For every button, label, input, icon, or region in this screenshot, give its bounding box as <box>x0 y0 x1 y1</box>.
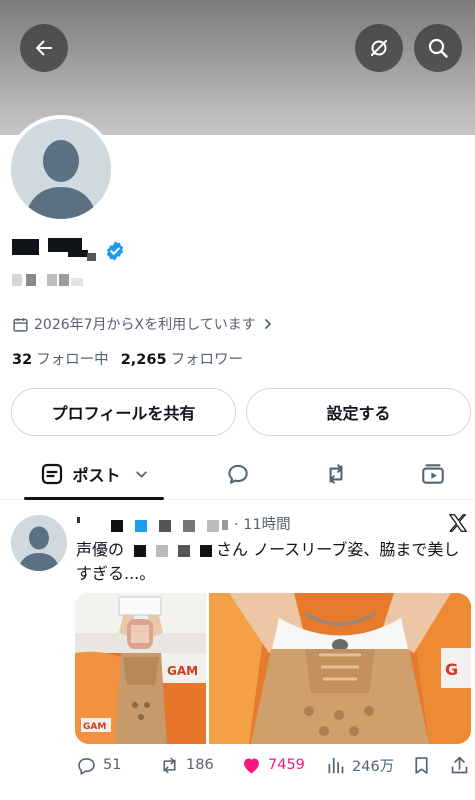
followers-label: フォロワー <box>170 352 244 368</box>
like-button[interactable]: 7459 <box>241 753 305 777</box>
verified-badge-icon <box>106 241 124 261</box>
posts-icon <box>42 463 63 485</box>
joined-text: 2026年7月からXを利用しています <box>34 317 256 333</box>
post-text-redacted <box>124 538 216 562</box>
profile-avatar[interactable] <box>7 115 115 223</box>
post-image-2[interactable]: G <box>209 593 471 744</box>
profile-banner[interactable] <box>0 0 475 135</box>
post-actions: 51 186 7459 246万 <box>76 753 470 777</box>
post-item[interactable]: · 11時間 声優の さん ノースリーブ姿、脇まで美しすぎる...。 GAM GA… <box>0 500 475 800</box>
post-header: · 11時間 <box>76 513 356 533</box>
share-profile-button[interactable]: プロフィールを共有 <box>11 388 236 436</box>
svg-text:GAM: GAM <box>83 722 106 732</box>
arrow-left-icon <box>35 40 52 56</box>
tab-replies[interactable] <box>210 448 266 500</box>
edit-profile-icon <box>371 40 387 56</box>
reply-icon <box>78 757 95 775</box>
following-count: 32 <box>12 352 33 368</box>
views-button[interactable]: 246万 <box>325 753 394 777</box>
following-label: フォロー中 <box>36 352 109 368</box>
repost-count: 186 <box>186 757 214 773</box>
chevron-right-icon <box>264 319 271 329</box>
svg-text:GAM: GAM <box>167 664 198 678</box>
post-image-1[interactable]: GAM GAM <box>75 593 206 744</box>
tab-posts[interactable]: ポスト <box>24 448 164 500</box>
profile-tabs: ポスト <box>0 448 475 500</box>
like-count: 7459 <box>268 757 305 773</box>
joined-date[interactable]: 2026年7月からXを利用しています <box>12 314 279 334</box>
replies-icon <box>228 464 248 484</box>
default-avatar-icon <box>11 119 111 219</box>
photo-image: GAM GAM <box>75 593 206 744</box>
post-time[interactable]: · 11時間 <box>234 513 291 534</box>
bookmark-button[interactable] <box>411 753 438 777</box>
photo-image: G <box>209 593 471 744</box>
chevron-down-icon <box>135 470 147 478</box>
views-count: 246万 <box>352 758 395 775</box>
repost-icon <box>163 757 176 773</box>
post-text: 声優の さん ノースリーブ姿、脇まで美しすぎる...。 <box>76 538 468 586</box>
svg-text:G: G <box>445 660 458 679</box>
edit-profile-button[interactable] <box>355 24 403 72</box>
tab-media[interactable] <box>405 448 461 500</box>
display-name-redacted <box>12 236 212 266</box>
following-link[interactable]: 32 フォロー中 <box>12 348 109 369</box>
reply-button[interactable]: 51 <box>76 753 121 777</box>
back-button[interactable] <box>20 24 68 72</box>
default-avatar-icon <box>11 515 67 571</box>
followers-link[interactable]: 2,265 フォロワー <box>121 348 243 369</box>
share-icon <box>451 756 468 773</box>
post-author-avatar[interactable] <box>11 515 67 571</box>
bookmark-icon <box>415 756 428 774</box>
tab-reposts[interactable] <box>308 448 364 500</box>
views-icon <box>328 757 344 773</box>
post-text-start: 声優の <box>76 540 125 559</box>
handle-redacted <box>12 272 112 290</box>
share-button[interactable] <box>449 753 475 777</box>
reply-count: 51 <box>103 757 122 773</box>
followers-count: 2,265 <box>120 352 167 368</box>
settings-button[interactable]: 設定する <box>246 388 471 436</box>
search-button[interactable] <box>414 24 462 72</box>
media-icon <box>422 464 444 484</box>
calendar-icon <box>13 317 28 332</box>
tab-posts-label: ポスト <box>72 466 121 485</box>
heart-filled-icon <box>244 758 259 773</box>
x-logo-icon <box>449 514 467 532</box>
reposts-icon <box>329 464 343 484</box>
repost-button[interactable]: 186 <box>159 753 214 777</box>
follow-stats: 32 フォロー中 2,265 フォロワー <box>12 348 243 369</box>
search-icon <box>428 38 448 58</box>
